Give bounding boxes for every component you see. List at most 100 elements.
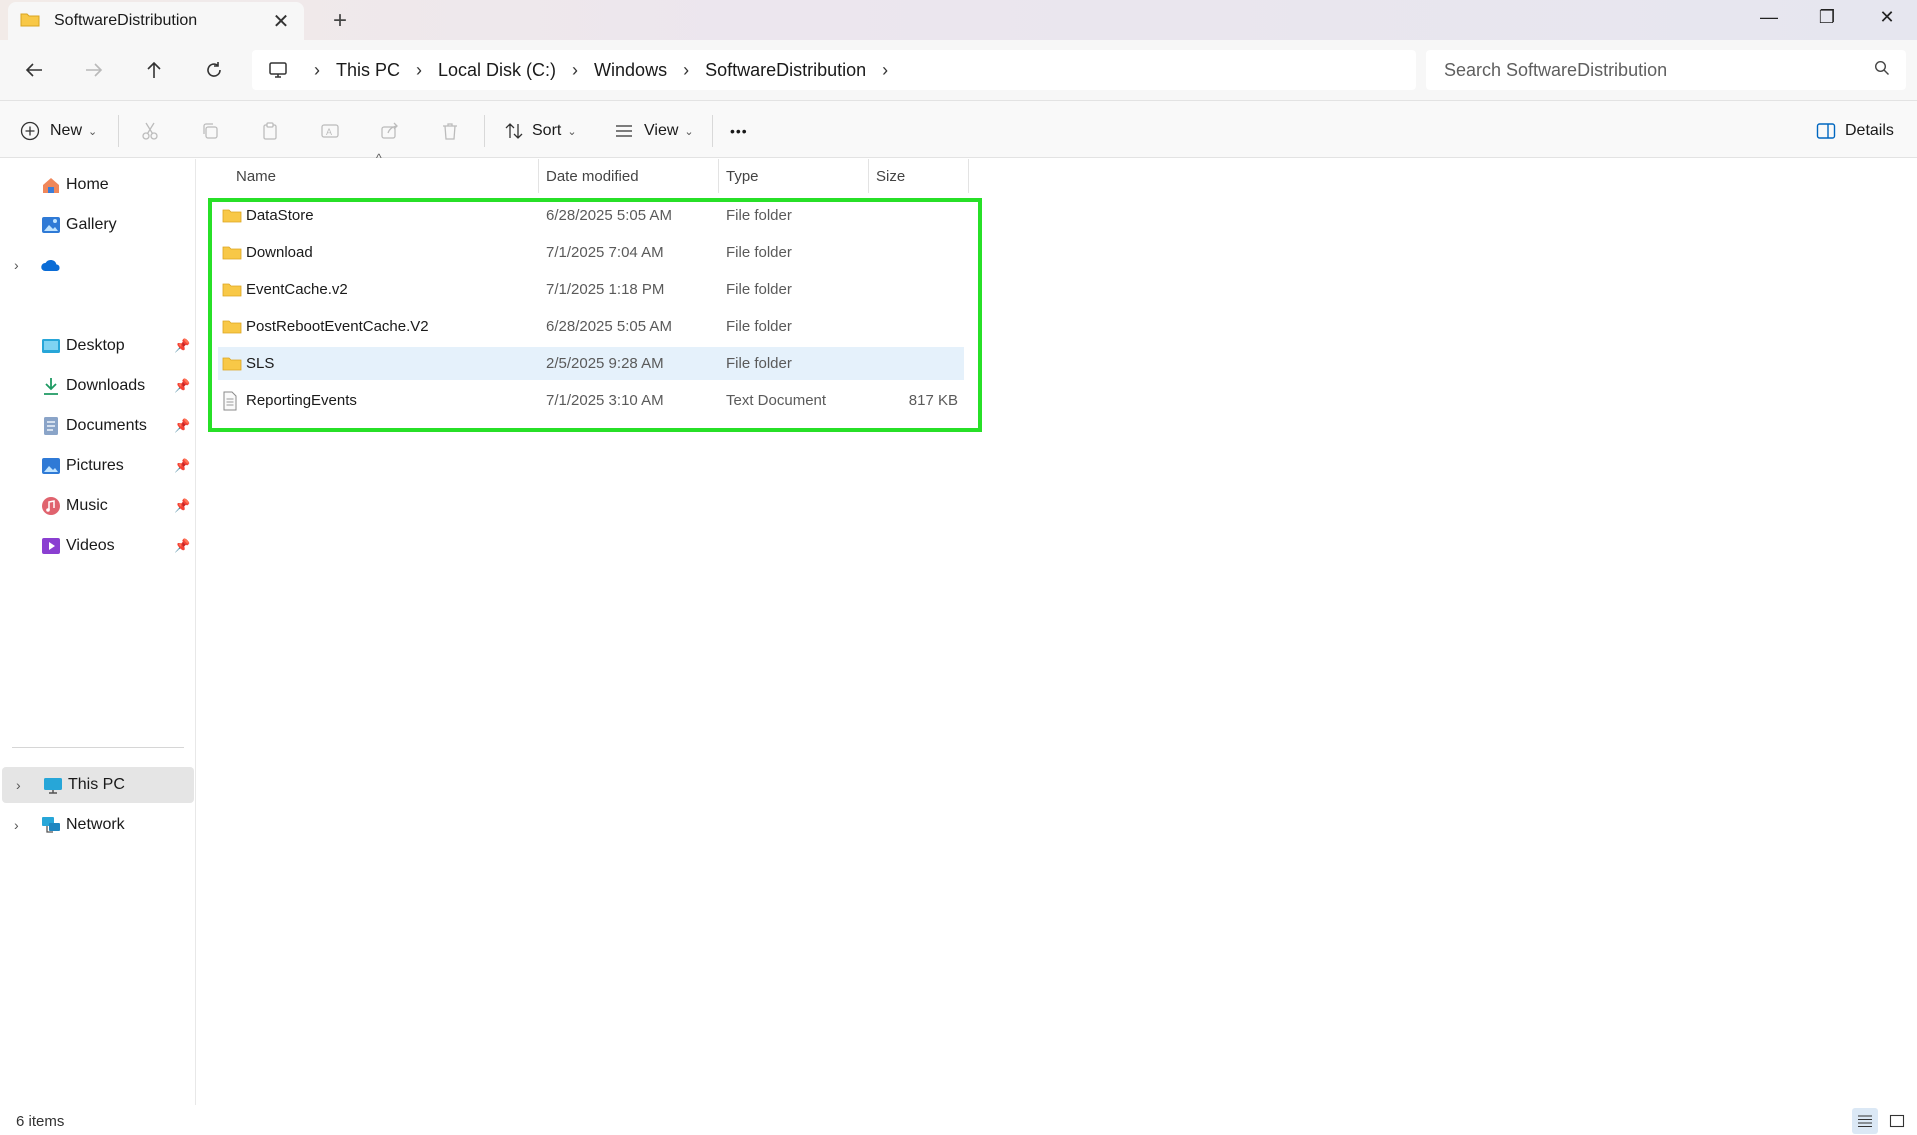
sidebar-item-label: Home [66,176,109,193]
close-window-button[interactable]: ✕ [1858,0,1916,34]
network-icon [40,814,62,836]
divider [712,115,713,147]
new-tab-button[interactable]: + [326,7,354,35]
sidebar-item-videos[interactable]: Videos 📌 [0,528,194,564]
breadcrumb-this-pc[interactable]: This PC [330,60,406,81]
chevron-down-icon: ⌄ [684,125,694,138]
sidebar-item-label: Network [66,816,125,833]
delete-button[interactable] [440,113,460,149]
divider [118,115,119,147]
rename-icon: A [321,124,339,138]
breadcrumb-separator[interactable]: › [562,60,588,81]
refresh-button[interactable] [194,52,234,88]
chevron-right-icon[interactable]: › [16,777,21,793]
restore-button[interactable]: ❐ [1798,0,1856,34]
documents-icon [40,415,62,437]
downloads-icon [40,375,62,397]
pin-icon[interactable]: 📌 [174,458,190,474]
view-lines-icon [616,125,632,137]
chevron-down-icon: ⌄ [567,125,577,138]
search-input[interactable]: Search SoftwareDistribution [1444,60,1874,81]
sidebar-item-desktop[interactable]: Desktop 📌 [0,328,194,364]
divider [484,115,485,147]
computer-icon[interactable] [252,61,304,79]
breadcrumb-separator[interactable]: › [673,60,699,81]
column-header-name[interactable]: Name [212,159,538,193]
music-icon [40,495,62,517]
breadcrumb-windows[interactable]: Windows [588,60,673,81]
svg-text:A: A [326,127,332,137]
sidebar-item-gallery[interactable]: Gallery [0,207,194,243]
address-row: › This PC › Local Disk (C:) › Windows › … [0,40,1917,100]
sidebar-item-pictures[interactable]: Pictures 📌 [0,448,194,484]
breadcrumb-separator[interactable]: › [406,60,432,81]
breadcrumb-software-distribution[interactable]: SoftwareDistribution [699,60,872,81]
column-header-type[interactable]: Type [712,159,868,193]
sidebar-item-label: Downloads [66,377,146,394]
chevron-right-icon[interactable]: › [14,817,19,833]
sidebar-item-onedrive[interactable]: › [0,247,194,283]
more-options-button[interactable]: ••• [730,113,748,149]
details-view-button[interactable] [1852,1108,1878,1134]
sidebar-item-label: Documents [66,417,147,434]
breadcrumb-separator[interactable]: › [304,60,330,81]
rename-button[interactable]: A [320,113,340,149]
pin-icon[interactable]: 📌 [174,418,190,434]
sort-button[interactable]: Sort ⌄ [504,113,577,149]
sidebar-item-label: Pictures [66,457,124,474]
chevron-down-icon: ⌄ [88,125,98,138]
column-header-row: Name Date modified Type Size [212,159,972,193]
folder-icon [20,11,40,32]
sidebar-item-this-pc[interactable]: › This PC [2,767,194,803]
tab-title: SoftwareDistribution [54,12,198,29]
new-button[interactable]: New ⌄ [20,113,97,149]
paste-button[interactable] [260,113,280,149]
sidebar-item-label: This PC [68,776,125,793]
sidebar-item-home[interactable]: Home [0,167,194,203]
sidebar-item-music[interactable]: Music 📌 [0,488,194,524]
command-bar: New ⌄ A Sort ⌄ View ⌄ ••• Details [0,100,1917,158]
scissors-icon [142,122,158,140]
pin-icon[interactable]: 📌 [174,338,190,354]
sidebar-item-downloads[interactable]: Downloads 📌 [0,368,194,404]
details-pane-icon [1816,123,1836,139]
column-header-date-modified[interactable]: Date modified [532,159,718,193]
pictures-icon [40,455,62,477]
item-count: 6 items [16,1113,65,1130]
search-icon[interactable] [1874,60,1890,81]
search-box[interactable]: Search SoftwareDistribution [1426,50,1906,90]
arrow-left-icon [25,63,42,77]
share-button[interactable] [380,113,400,149]
new-label: New [50,122,83,139]
close-tab-icon[interactable]: ✕ [270,9,292,34]
pin-icon[interactable]: 📌 [174,498,190,514]
this-pc-icon [42,774,64,796]
highlight-box [208,198,982,432]
arrow-right-icon [86,63,103,77]
copy-button[interactable] [200,113,220,149]
plus-circle-icon [20,121,40,141]
sidebar-item-network[interactable]: › Network [0,807,194,843]
minimize-button[interactable]: — [1740,0,1798,34]
trash-icon [443,123,457,140]
view-button[interactable]: View ⌄ [614,113,694,149]
pin-icon[interactable]: 📌 [174,378,190,394]
details-pane-button[interactable]: Details [1816,113,1894,149]
chevron-right-icon[interactable]: › [14,257,19,273]
address-bar[interactable]: › This PC › Local Disk (C:) › Windows › … [252,50,1416,90]
cut-button[interactable] [140,113,160,149]
forward-button[interactable] [74,52,114,88]
details-view-icon [1858,1115,1872,1128]
share-icon [381,122,398,139]
up-button[interactable] [134,52,174,88]
breadcrumb-separator[interactable]: › [872,60,898,81]
column-divider[interactable] [968,159,969,193]
tiles-view-button[interactable] [1884,1108,1910,1134]
column-header-size[interactable]: Size [862,159,968,193]
back-button[interactable] [14,52,54,88]
breadcrumb-local-disk[interactable]: Local Disk (C:) [432,60,562,81]
sidebar-item-documents[interactable]: Documents 📌 [0,408,194,444]
arrow-up-icon [147,61,161,78]
pin-icon[interactable]: 📌 [174,538,190,554]
tab-software-distribution[interactable]: SoftwareDistribution ✕ [8,2,304,40]
